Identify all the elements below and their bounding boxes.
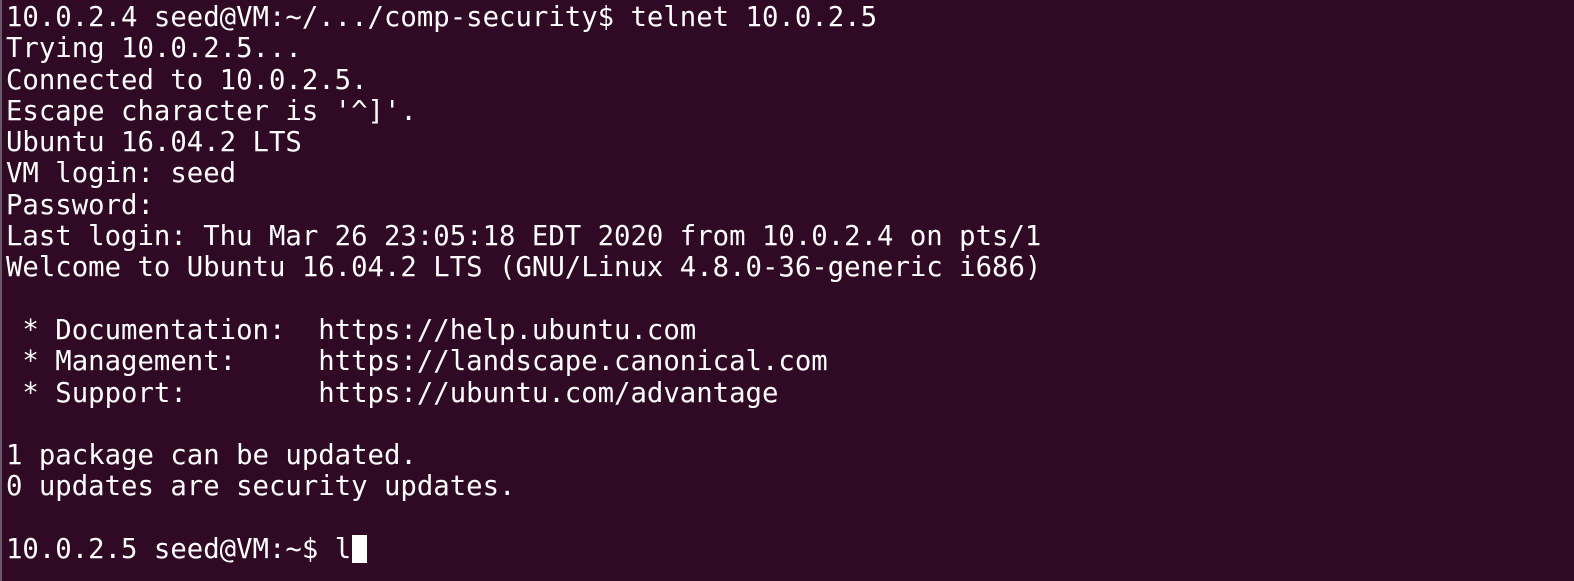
terminal-line: VM login: seed	[6, 158, 237, 190]
terminal-line: Welcome to Ubuntu 16.04.2 LTS (GNU/Linux…	[6, 252, 1042, 284]
terminal-line: 0 updates are security updates.	[6, 471, 516, 503]
terminal-line: 10.0.2.4 seed@VM:~/.../comp-security$ te…	[6, 2, 878, 33]
terminal-line: * Management: https://landscape.canonica…	[6, 346, 828, 378]
text-cursor	[352, 535, 368, 564]
terminal-line: * Documentation: https://help.ubuntu.com	[6, 314, 697, 346]
command-prompt-line[interactable]: 10.0.2.5 seed@VM:~$ l	[6, 534, 1574, 565]
terminal-line: Last login: Thu Mar 26 23:05:18 EDT 2020…	[6, 221, 1042, 253]
terminal-line: Connected to 10.0.2.5.	[6, 64, 368, 96]
terminal-line: 1 package can be updated.	[6, 440, 417, 472]
terminal-line: Trying 10.0.2.5...	[6, 33, 302, 65]
command-input[interactable]: l	[335, 534, 351, 565]
terminal-line: Ubuntu 16.04.2 LTS	[6, 127, 302, 159]
terminal-window[interactable]: 10.0.2.4 seed@VM:~/.../comp-security$ te…	[0, 0, 1574, 581]
terminal-line: Password:	[6, 189, 171, 221]
terminal-line: * Support: https://ubuntu.com/advantage	[6, 377, 779, 409]
terminal-line: Escape character is '^]'.	[6, 95, 417, 127]
shell-prompt: 10.0.2.5 seed@VM:~$	[6, 534, 335, 566]
